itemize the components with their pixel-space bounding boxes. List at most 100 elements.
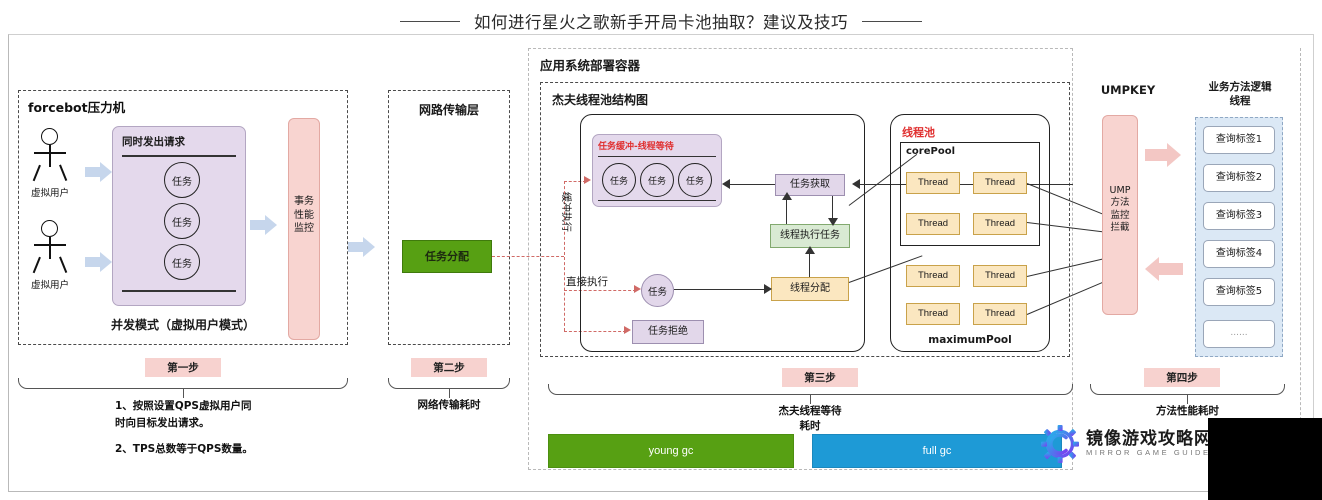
line-alloc-to-exec: [809, 252, 811, 277]
arrow-tip: [1145, 257, 1159, 281]
buffer-divider-top: [598, 156, 716, 157]
step4-brace-pin: [1187, 395, 1188, 404]
query-tag-item: 查询标签5: [1203, 278, 1275, 306]
watermark: 镜像游戏攻略网 MIRROR GAME GUIDE: [1040, 424, 1212, 464]
network-layer-title: 网路传输层: [418, 103, 479, 117]
thread-box: Thread: [906, 172, 960, 194]
step1-note-2: 时向目标发出请求。: [115, 416, 210, 429]
task-dispatch-box: 任务分配: [402, 240, 492, 273]
watermark-cn: 镜像游戏攻略网: [1086, 428, 1212, 449]
thread-box: Thread: [973, 213, 1027, 235]
buffer-task-circle: 任务: [678, 163, 712, 197]
arrowhead-fetch-to-exec: [828, 218, 838, 226]
step1-tag: 第一步: [145, 358, 221, 377]
core-pool-label: corePool: [906, 146, 956, 157]
query-tag-item: 查询标签3: [1203, 202, 1275, 230]
step3-caption-line1: 杰夫线程等待: [778, 405, 842, 417]
task-reject-box: 任务拒绝: [632, 320, 704, 344]
step1-note-3: 2、TPS总数等于QPS数量。: [115, 442, 253, 455]
user-arms-icon: [34, 152, 66, 154]
step1-notes: 1、按照设置QPS虚拟用户同 时向目标发出请求。 2、TPS总数等于QPS数量。: [115, 398, 345, 457]
user-body-icon: [49, 145, 51, 167]
thread-alloc-box: 线程分配: [771, 277, 849, 301]
ump-line-4: 拦截: [1110, 222, 1130, 234]
business-title-line1: 业务方法逻辑: [1208, 81, 1272, 93]
watermark-en: MIRROR GAME GUIDE: [1086, 448, 1211, 458]
ump-line-1: UMP: [1109, 185, 1131, 196]
monitor-line-1: 事务: [294, 196, 314, 207]
maximum-pool-label: maximumPool: [928, 334, 1012, 346]
app-container-title: 应用系统部署容器: [540, 58, 641, 73]
arrowhead-exec-to-fetch: [782, 192, 792, 200]
monitor-line-2: 性能: [294, 209, 314, 221]
title-rule-right: [862, 20, 922, 22]
thread-pool-title: 线程池: [902, 126, 935, 139]
arrow-tip: [100, 252, 112, 272]
task-circle: 任务: [164, 162, 200, 198]
transaction-monitor-label: 事务 性能 监控: [288, 195, 320, 236]
diagram-canvas: 如何进行星火之歌新手开局卡池抽取？建议及技巧 forcebot压力机 虚拟用户 …: [0, 0, 1322, 500]
line-fetch-to-buffer: [728, 184, 775, 186]
threadpool-structure-title: 杰夫线程池结构图: [552, 93, 649, 107]
task-circle: 任务: [164, 244, 200, 280]
arrowhead-alloc-to-exec: [805, 246, 815, 254]
young-gc-bar: young gc: [548, 434, 794, 468]
step1-brace: [18, 378, 348, 389]
step3-brace-pin: [810, 395, 811, 404]
black-overlay-bar: [1208, 418, 1322, 500]
step3-caption-line2: 耗时: [799, 420, 821, 433]
query-tag-item: 查询标签2: [1203, 164, 1275, 192]
gear-logo-icon: [1041, 425, 1079, 463]
arrow-tip: [265, 215, 277, 235]
step2-tag: 第二步: [411, 358, 487, 377]
concurrent-request-title: 同时发出请求: [122, 136, 185, 148]
ump-line-2: 方法: [1110, 197, 1130, 209]
line-exec-up-to-fetch: [786, 196, 788, 224]
step1-brace-pin: [183, 389, 184, 398]
user-body-icon: [49, 237, 51, 259]
virtual-user-1-label: 虚拟用户: [30, 188, 69, 199]
step2-brace: [388, 378, 510, 389]
line-task-to-alloc: [674, 289, 764, 291]
virtual-user-2-label: 虚拟用户: [30, 280, 69, 291]
thread-box: Thread: [906, 265, 960, 287]
direct-task-circle: 任务: [641, 274, 674, 307]
buffer-divider-bottom: [598, 200, 716, 201]
arrow-tip: [100, 162, 112, 182]
arrow-shaft: [1159, 263, 1183, 275]
step2-caption: 网络传输耗时: [417, 399, 481, 411]
arrowhead-fetch-to-buffer: [722, 179, 730, 189]
watermark-text: 镜像游戏攻略网 MIRROR GAME GUIDE: [1086, 428, 1212, 458]
page-title: 如何进行星火之歌新手开局卡池抽取？建议及技巧: [474, 13, 848, 32]
step1-note-1: 1、按照设置QPS虚拟用户同: [115, 400, 252, 412]
step4-caption: 方法性能耗时: [1156, 405, 1219, 417]
query-tag-item-ellipsis: ......: [1203, 320, 1275, 348]
network-layer-panel: [388, 90, 510, 345]
ump-monitor-label: UMP 方法 监控 拦截: [1102, 185, 1138, 234]
step3-tag: 第三步: [782, 368, 858, 387]
buffer-task-circle: 任务: [602, 163, 636, 197]
thread-box: Thread: [973, 303, 1027, 325]
title-rule-left: [400, 20, 460, 22]
thread-box: Thread: [973, 265, 1027, 287]
full-gc-bar: full gc: [812, 434, 1062, 468]
business-title-line2: 线程: [1229, 95, 1251, 108]
arrow-tip: [1167, 143, 1181, 167]
thread-exec-task-box: 线程执行任务: [770, 224, 850, 248]
step3-caption: 杰夫线程等待 耗时: [690, 404, 930, 434]
query-tag-item: 查询标签1: [1203, 126, 1275, 154]
arrow-tip: [363, 237, 375, 257]
business-logic-title: 业务方法逻辑 线程: [1185, 80, 1295, 108]
thread-box: Thread: [906, 213, 960, 235]
user-head-icon: [41, 220, 58, 237]
user-arms-icon: [34, 244, 66, 246]
line-fetch-down-to-exec: [832, 196, 834, 220]
task-circle: 任务: [164, 203, 200, 239]
thread-box: Thread: [973, 172, 1027, 194]
step2-brace-pin: [449, 389, 450, 398]
task-buffer-title: 任务缓冲-线程等待: [598, 142, 674, 152]
user-head-icon: [41, 128, 58, 145]
umpkey-title: UMPKEY: [1100, 83, 1156, 97]
request-divider-top: [122, 155, 236, 157]
thread-box: Thread: [906, 303, 960, 325]
